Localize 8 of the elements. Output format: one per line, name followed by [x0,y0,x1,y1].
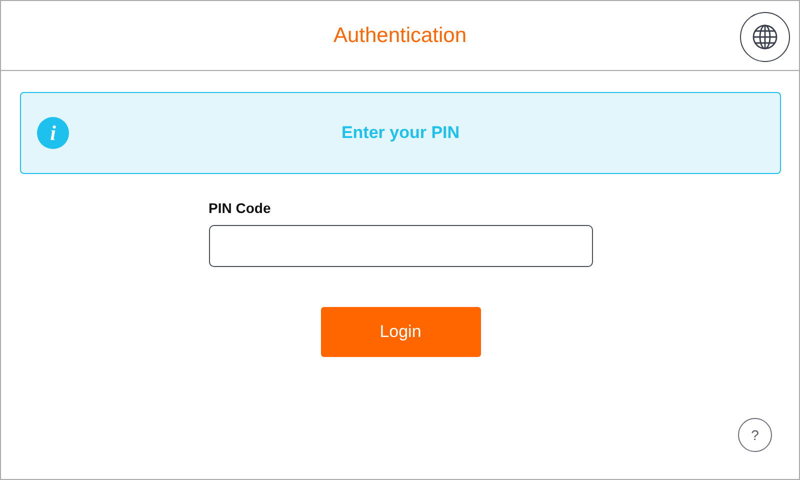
info-icon: i [37,117,69,149]
field-label: PIN Code [208,200,272,216]
page-title: Authentication [333,24,467,48]
help-button[interactable]: ? [738,418,772,452]
language-button[interactable] [740,12,790,62]
banner-message: Enter your PIN [341,123,460,143]
pin-field[interactable] [208,225,592,267]
globe-icon [752,24,778,50]
